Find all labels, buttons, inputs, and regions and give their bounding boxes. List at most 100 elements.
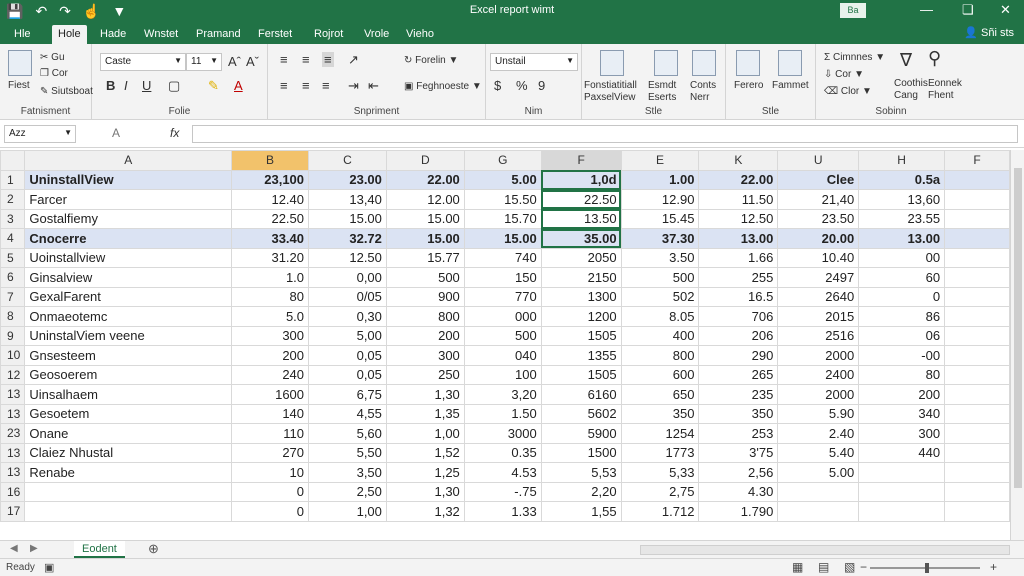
value-cell[interactable]	[858, 501, 946, 522]
value-cell[interactable]: 12.50	[308, 247, 387, 268]
value-cell[interactable]: 13.00	[698, 228, 779, 249]
value-cell[interactable]: 5602	[540, 403, 622, 424]
merge-center-button[interactable]: ▣ Feghnoeste ▼	[404, 81, 482, 92]
insert-function-button[interactable]: fx	[170, 126, 179, 140]
row-header[interactable]: 13	[0, 442, 26, 463]
row-header[interactable]: 8	[0, 306, 26, 327]
label-cell[interactable]	[24, 481, 233, 502]
value-cell[interactable]: 60	[858, 267, 946, 288]
value-cell[interactable]: 2497	[777, 267, 860, 288]
value-cell[interactable]: 300	[858, 423, 946, 444]
borders-icon[interactable]: ▢	[168, 78, 180, 94]
enter-button[interactable]: A	[112, 126, 120, 140]
value-cell[interactable]: 000	[463, 306, 542, 327]
value-cell[interactable]: 2516	[777, 325, 860, 346]
share-button[interactable]: 👤 Sñi sts	[964, 26, 1014, 39]
column-header[interactable]: F	[944, 150, 1010, 171]
align-center-icon[interactable]: ≡	[302, 78, 310, 93]
value-cell[interactable]: 265	[698, 364, 779, 385]
clear-button[interactable]: ⌫ Clor ▼	[824, 86, 872, 97]
value-cell[interactable]: 5,50	[308, 442, 387, 463]
value-cell[interactable]: 5,33	[620, 462, 700, 483]
next-sheet-icon[interactable]: ▶	[30, 543, 38, 554]
value-cell[interactable]: 0,00	[308, 267, 387, 288]
value-cell[interactable]: 2640	[777, 286, 860, 307]
paste-button[interactable]: Fiest	[8, 80, 30, 91]
value-cell[interactable]: 12.90	[620, 189, 700, 210]
value-cell[interactable]	[944, 403, 1010, 424]
value-cell[interactable]: 3000	[463, 423, 542, 444]
value-cell[interactable]	[944, 286, 1010, 307]
cut-button[interactable]: ✂ Gu	[40, 52, 65, 63]
label-cell[interactable]: Uoinstallview	[24, 247, 233, 268]
value-cell[interactable]	[944, 306, 1010, 327]
format-cells-button[interactable]: Fammet	[772, 80, 809, 91]
value-cell[interactable]: 13,40	[308, 189, 387, 210]
tab-home[interactable]: Hole	[52, 25, 87, 44]
value-cell[interactable]: 2150	[540, 267, 622, 288]
align-top-icon[interactable]: ≡	[280, 52, 288, 67]
value-cell[interactable]: 253	[698, 423, 779, 444]
cell-styles-icon[interactable]	[692, 50, 716, 76]
value-cell[interactable]: 16.5	[698, 286, 779, 307]
value-cell[interactable]: 240	[231, 364, 310, 385]
value-cell[interactable]: 2,56	[698, 462, 779, 483]
value-cell[interactable]: 1.0	[231, 267, 310, 288]
vertical-scrollbar[interactable]	[1010, 150, 1024, 540]
tab-page-layout[interactable]: Pramand	[190, 25, 247, 44]
minimize-icon[interactable]: —	[920, 2, 933, 17]
value-cell[interactable]: 1300	[540, 286, 622, 307]
value-cell[interactable]: 2015	[777, 306, 860, 327]
value-cell[interactable]: 23,100	[231, 169, 310, 190]
value-cell[interactable]: 0	[231, 481, 310, 502]
value-cell[interactable]: 3.50	[620, 247, 700, 268]
value-cell[interactable]: 20.00	[777, 228, 860, 249]
label-cell[interactable]: GexalFarent	[24, 286, 233, 307]
value-cell[interactable]: 23.00	[308, 169, 387, 190]
value-cell[interactable]: 200	[858, 384, 946, 405]
insert-cells-icon[interactable]	[736, 50, 760, 76]
row-header[interactable]: 16	[0, 481, 26, 502]
value-cell[interactable]: 10.40	[777, 247, 860, 268]
underline-button[interactable]: U	[142, 78, 151, 93]
prev-sheet-icon[interactable]: ◀	[10, 543, 18, 554]
bold-button[interactable]: B	[106, 78, 115, 93]
value-cell[interactable]: 35.00	[540, 228, 622, 249]
value-cell[interactable]: 235	[698, 384, 779, 405]
value-cell[interactable]: 15.70	[463, 208, 542, 229]
value-cell[interactable]	[944, 228, 1010, 249]
value-cell[interactable]: 3,20	[463, 384, 542, 405]
value-cell[interactable]: 1,30	[385, 384, 465, 405]
tab-review[interactable]: Vrole	[358, 25, 395, 44]
value-cell[interactable]: 37.30	[620, 228, 700, 249]
fill-color-icon[interactable]: ✎	[208, 78, 219, 94]
value-cell[interactable]: 500	[385, 267, 465, 288]
value-cell[interactable]: 15.00	[385, 208, 465, 229]
find-select-icon[interactable]: ⚲	[928, 48, 941, 69]
autosum-button[interactable]: Σ Cimnnes ▼	[824, 52, 885, 63]
row-header[interactable]: 6	[0, 267, 26, 288]
value-cell[interactable]: 0/05	[308, 286, 387, 307]
row-header[interactable]: 12	[0, 364, 26, 385]
value-cell[interactable]: 1.712	[620, 501, 700, 522]
value-cell[interactable]: 22.50	[231, 208, 310, 229]
close-icon[interactable]: ✕	[1000, 2, 1011, 18]
font-color-icon[interactable]: A	[234, 78, 243, 93]
value-cell[interactable]: 80	[858, 364, 946, 385]
value-cell[interactable]: 0,05	[308, 345, 387, 366]
format-cells-icon[interactable]	[778, 50, 802, 76]
value-cell[interactable]: 290	[698, 345, 779, 366]
page-break-icon[interactable]: ▧	[844, 560, 855, 574]
value-cell[interactable]: 5900	[540, 423, 622, 444]
value-cell[interactable]: 650	[620, 384, 700, 405]
value-cell[interactable]: 22.00	[698, 169, 779, 190]
value-cell[interactable]	[777, 481, 860, 502]
value-cell[interactable]: 13.00	[858, 228, 946, 249]
value-cell[interactable]: 86	[858, 306, 946, 327]
value-cell[interactable]: 10	[231, 462, 310, 483]
value-cell[interactable]: 1600	[231, 384, 310, 405]
select-all-corner[interactable]	[0, 150, 26, 171]
value-cell[interactable]: 200	[231, 345, 310, 366]
value-cell[interactable]: 1,00	[385, 423, 465, 444]
macro-record-icon[interactable]: ▣	[44, 561, 54, 574]
